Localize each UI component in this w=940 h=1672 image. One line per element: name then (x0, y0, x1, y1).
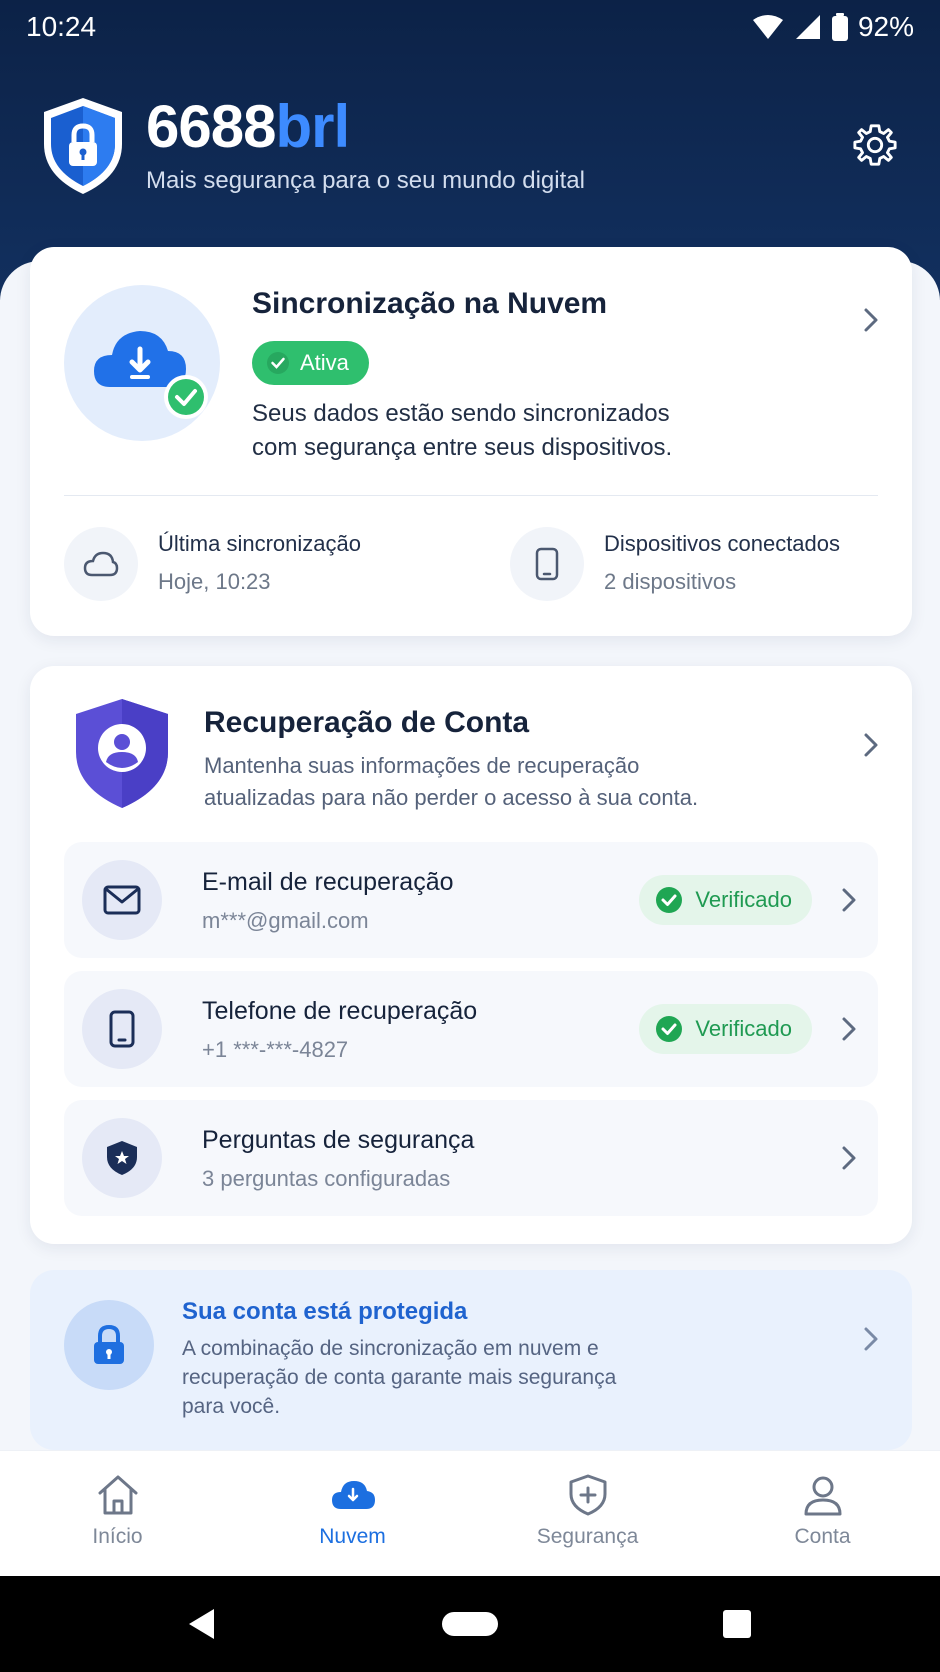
recovery-description: Mantenha suas informações de recuperação… (204, 750, 764, 814)
shield-lock-logo-icon (44, 98, 122, 194)
check-circle-icon (656, 887, 683, 913)
recovery-phone-title: Telefone de recuperação (202, 997, 478, 1025)
security-questions-value: 3 perguntas configuradas (202, 1166, 451, 1191)
recovery-phone-row[interactable]: Telefone de recuperação +1 ***-***-4827 … (64, 971, 878, 1087)
recovery-email-row[interactable]: E-mail de recuperação m***@gmail.com Ver… (64, 842, 878, 958)
protected-description-line1: A combinação de sincronização em nuvem e (182, 1337, 599, 1360)
sync-title: Sincronização na Nuvem (252, 287, 608, 320)
sync-status-label: Ativa (300, 350, 349, 375)
protected-title: Sua conta está protegida (182, 1298, 468, 1325)
brand-main: 6688 (146, 93, 276, 160)
verified-label: Verificado (695, 887, 792, 912)
back-icon[interactable] (186, 1607, 218, 1641)
cloud-download-icon (94, 331, 208, 419)
protected-description-line2: recuperação de conta garante mais segura… (182, 1366, 617, 1389)
last-sync-label: Última sincronização (158, 531, 361, 556)
devices-icon-wrap (510, 527, 584, 601)
check-circle-icon (267, 352, 289, 374)
account-recovery-card: Recuperação de Conta Mantenha suas infor… (30, 666, 912, 1244)
lock-icon-wrap (64, 1300, 154, 1390)
shield-star-icon (107, 1141, 137, 1175)
shield-star-icon-wrap (82, 1118, 162, 1198)
phone-icon (109, 1010, 135, 1048)
phone-icon (535, 547, 559, 581)
nav-label-nuvem: Nuvem (319, 1525, 386, 1548)
phone-icon-wrap (82, 989, 162, 1069)
devices-value: 2 dispositivos (604, 569, 737, 594)
cloud-sync-illustration (64, 285, 220, 441)
recovery-description-line1: Mantenha suas informações de recuperação (204, 753, 640, 778)
status-bar: 10:24 92% (0, 0, 940, 54)
shield-plus-icon (569, 1474, 606, 1516)
protected-description-line3: para você. (182, 1395, 281, 1418)
chevron-right-icon[interactable] (858, 1326, 884, 1352)
account-protected-card[interactable]: Sua conta está protegida A combinação de… (30, 1270, 912, 1450)
security-questions-row[interactable]: Perguntas de segurança 3 perguntas confi… (64, 1100, 878, 1216)
sync-description-line1: Seus dados estão sendo sincronizados (252, 400, 670, 427)
home-pill-icon[interactable] (442, 1612, 498, 1636)
verified-badge: Verificado (639, 875, 812, 925)
battery-level: 92% (857, 11, 914, 42)
recovery-phone-value: +1 ***-***-4827 (202, 1037, 349, 1062)
status-indicators: 92% (752, 11, 914, 43)
nav-item-nuvem[interactable]: Nuvem (235, 1451, 470, 1576)
nav-item-inicio[interactable]: Início (0, 1451, 235, 1576)
battery-icon (831, 13, 848, 41)
recents-icon[interactable] (722, 1609, 752, 1639)
home-icon (98, 1475, 137, 1515)
mail-icon-wrap (82, 860, 162, 940)
gear-icon[interactable] (852, 122, 898, 168)
chevron-right-icon[interactable] (858, 732, 884, 758)
system-navigation-bar (0, 1576, 940, 1672)
brand-header: 6688brl Mais segurança para o seu mundo … (40, 96, 585, 196)
security-questions-title: Perguntas de segurança (202, 1126, 475, 1154)
shield-user-icon (76, 699, 168, 808)
chevron-right-icon[interactable] (836, 1016, 862, 1042)
recovery-email-value: m***@gmail.com (202, 908, 369, 933)
signal-icon (795, 15, 820, 39)
sync-description-line2: com segurança entre seus dispositivos. (252, 434, 673, 461)
check-circle-icon (656, 1016, 683, 1042)
recovery-title: Recuperação de Conta (204, 706, 530, 739)
cloud-sync-card[interactable]: Sincronização na Nuvem Ativa Seus dados … (30, 247, 912, 636)
last-sync-value: Hoje, 10:23 (158, 569, 271, 594)
status-time: 10:24 (26, 11, 97, 42)
cloud-icon (331, 1481, 375, 1509)
nav-label-inicio: Início (92, 1525, 143, 1548)
recovery-description-line2: atualizadas para não perder o acesso à s… (204, 785, 699, 810)
brand-accent: brl (275, 93, 350, 160)
sync-description: Seus dados estão sendo sincronizados com… (252, 397, 722, 465)
wifi-icon (752, 15, 783, 39)
nav-label-conta: Conta (794, 1525, 851, 1548)
user-icon (804, 1476, 841, 1516)
chevron-right-icon[interactable] (858, 307, 884, 333)
chevron-right-icon[interactable] (836, 1145, 862, 1171)
brand-name: 6688brl (146, 97, 585, 157)
chevron-right-icon[interactable] (836, 887, 862, 913)
devices-label: Dispositivos conectados (604, 531, 841, 556)
mail-icon (103, 885, 141, 915)
protected-description: A combinação de sincronização em nuvem e… (182, 1334, 682, 1421)
brand-tagline: Mais segurança para o seu mundo digital (146, 167, 585, 194)
nav-item-seguranca[interactable]: Segurança (470, 1451, 705, 1576)
cloud-icon (83, 551, 119, 577)
nav-item-conta[interactable]: Conta (705, 1451, 940, 1576)
lock-icon (94, 1324, 124, 1364)
verified-badge: Verificado (639, 1004, 812, 1054)
bottom-navigation: Início Nuvem Segurança Conta (0, 1450, 940, 1576)
nav-label-seguranca: Segurança (536, 1525, 639, 1548)
last-sync-icon-wrap (64, 527, 138, 601)
sync-divider (64, 495, 878, 496)
verified-label: Verificado (695, 1016, 792, 1041)
recovery-email-title: E-mail de recuperação (202, 868, 454, 896)
sync-status-badge: Ativa (252, 341, 369, 385)
